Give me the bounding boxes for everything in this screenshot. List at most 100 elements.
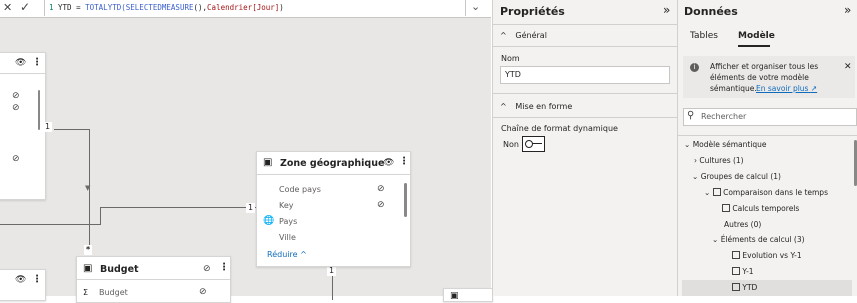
equals-sign: =	[71, 3, 86, 12]
chevron-up-icon: ^	[500, 102, 507, 111]
calculation-item-icon	[732, 251, 740, 259]
divider	[493, 24, 678, 25]
divider	[77, 279, 230, 280]
collapse-pane-icon[interactable]: »	[663, 3, 670, 17]
search-field[interactable]: ⚲ Rechercher	[683, 108, 857, 126]
hidden-eye-icon[interactable]: ⊘	[12, 154, 20, 164]
chevron-down-icon: ⌄	[692, 172, 699, 181]
toggle-state-label: Non	[503, 140, 519, 149]
toggle-track	[532, 143, 542, 144]
tree-item-cultures[interactable]: › Cultures (1)	[694, 156, 744, 165]
hidden-eye-icon[interactable]: ⊘	[12, 91, 20, 101]
more-options-icon[interactable]: ⋮	[32, 274, 42, 285]
tree-label: Modèle sémantique	[692, 140, 767, 149]
calculation-item-icon	[732, 283, 740, 291]
eye-icon[interactable]: 👁	[15, 275, 26, 285]
info-banner: i Afficher et organiser tous les élément…	[683, 56, 855, 98]
eye-icon[interactable]: 👁	[15, 58, 26, 68]
close-icon[interactable]: ✕	[844, 62, 852, 72]
tree-item-root[interactable]: ⌄ Modèle sémantique	[684, 140, 767, 149]
tree-label: Groupes de calcul (1)	[700, 172, 781, 181]
name-field[interactable]: YTD	[500, 66, 670, 84]
table-icon: ▣	[450, 291, 459, 301]
collapse-link[interactable]: Réduire ^	[267, 250, 307, 259]
divider	[493, 93, 678, 94]
learn-more-text: En savoir plus	[756, 84, 809, 93]
info-icon: i	[690, 63, 699, 72]
table-card-partial[interactable]: ▣	[443, 288, 493, 302]
relationship-line[interactable]	[100, 207, 101, 225]
function-totalytd: TOTALYTD(	[85, 3, 126, 12]
dax-expression: 1 YTD = TOTALYTD(SELECTEDMEASURE(),Calen…	[49, 3, 284, 12]
info-text-line3: sémantique.	[710, 84, 757, 93]
hidden-eye-icon[interactable]: ⊘	[203, 264, 211, 274]
function-selectedmeasure: SELECTEDMEASURE	[125, 3, 194, 12]
collapse-pane-icon[interactable]: »	[844, 3, 851, 17]
chevron-right-icon: ›	[694, 156, 697, 165]
paren: (),	[193, 3, 208, 12]
tab-modele[interactable]: Modèle	[738, 31, 775, 41]
info-text-line1: Afficher et organiser tous les	[710, 62, 819, 71]
globe-icon: 🌐	[263, 216, 275, 226]
field-key[interactable]: Key	[279, 201, 294, 210]
section-title: Général	[515, 31, 547, 40]
table-card-partial[interactable]: 👁 ⋮	[0, 269, 46, 301]
relationship-line[interactable]	[54, 129, 90, 130]
formula-bar: ✕ ✓ 1 YTD = TOTALYTD(SELECTEDMEASURE(),C…	[0, 0, 491, 18]
tab-tables[interactable]: Tables	[690, 31, 718, 41]
section-title: Mise en forme	[515, 102, 573, 111]
more-options-icon[interactable]: ⋮	[219, 262, 229, 273]
table-card-zone-geographique[interactable]: ▣ Zone géographique 👁 ⋮ Code pays ⊘ Key …	[256, 151, 411, 267]
column-icon	[722, 204, 730, 212]
field-pays[interactable]: Pays	[279, 217, 297, 226]
active-tab-underline	[738, 45, 770, 47]
tree-label: Evolution vs Y-1	[742, 251, 802, 260]
more-options-icon[interactable]: ⋮	[32, 57, 42, 68]
toggle-knob	[525, 140, 533, 148]
field-code-pays[interactable]: Code pays	[279, 185, 321, 194]
tree-label: Autres (0)	[724, 220, 762, 229]
tree-item-calc-groups[interactable]: ⌄ Groupes de calcul (1)	[692, 172, 781, 181]
calculation-group-icon	[712, 188, 721, 196]
chevron-down-icon[interactable]: ⌄	[471, 0, 480, 13]
properties-pane: Propriétés » ^ Général Nom YTD ^ Mise en…	[492, 0, 678, 296]
section-general-header[interactable]: ^ Général	[500, 31, 547, 41]
check-icon[interactable]: ✓	[20, 0, 30, 14]
tree-item-calc-items[interactable]: ⌄ Éléments de calcul (3)	[712, 235, 805, 244]
table-card-partial[interactable]: 👁 ⋮ ⊘ ⊘ ⊘	[0, 52, 46, 200]
eye-icon[interactable]: 👁	[383, 158, 394, 168]
external-link-icon: ↗	[810, 84, 818, 93]
section-format-header[interactable]: ^ Mise en forme	[500, 102, 572, 112]
hidden-eye-icon[interactable]: ⊘	[377, 184, 385, 194]
dax-formula-input[interactable]: 1 YTD = TOTALYTD(SELECTEDMEASURE(),Calen…	[44, 0, 466, 16]
scrollbar[interactable]	[38, 90, 40, 130]
tree-item-calc-item-selected[interactable]: YTD	[732, 283, 757, 292]
tree-item-calc-group[interactable]: ⌄ Comparaison dans le temps	[704, 188, 828, 197]
tree-item-calc-column[interactable]: Calculs temporels	[722, 204, 799, 213]
tree-item-others[interactable]: Autres (0)	[724, 220, 761, 229]
tree-item-calc-item[interactable]: Evolution vs Y-1	[732, 251, 802, 260]
relationship-line[interactable]	[100, 207, 257, 208]
learn-more-link[interactable]: En savoir plus ↗	[756, 84, 817, 93]
chevron-down-icon: ⌄	[684, 140, 691, 149]
tree-label: YTD	[742, 283, 758, 292]
hidden-eye-icon[interactable]: ⊘	[377, 200, 385, 210]
dynamic-format-toggle[interactable]	[522, 136, 545, 152]
more-options-icon[interactable]: ⋮	[399, 156, 409, 167]
field-ville[interactable]: Ville	[279, 233, 296, 242]
selected-row-highlight	[682, 280, 852, 296]
relationship-line[interactable]	[0, 224, 100, 225]
tree-item-calc-item[interactable]: Y-1	[732, 267, 754, 276]
divider	[493, 46, 678, 47]
chevron-up-icon: ^	[500, 31, 507, 40]
close-icon[interactable]: ✕	[3, 1, 12, 14]
model-canvas[interactable]: 👁 ⋮ ⊘ ⊘ ⊘ 1 ▼ * 1 1 ▣ Zone géographique …	[0, 18, 493, 303]
divider	[678, 135, 857, 136]
table-title: Zone géographique	[280, 158, 385, 169]
hidden-eye-icon[interactable]: ⊘	[12, 103, 20, 113]
chevron-down-icon: ⌄	[704, 188, 711, 197]
cardinality-one-label: 1	[246, 203, 256, 213]
scrollbar[interactable]	[404, 183, 407, 217]
collapse-label: Réduire	[267, 250, 298, 259]
name-label: Nom	[501, 54, 520, 63]
